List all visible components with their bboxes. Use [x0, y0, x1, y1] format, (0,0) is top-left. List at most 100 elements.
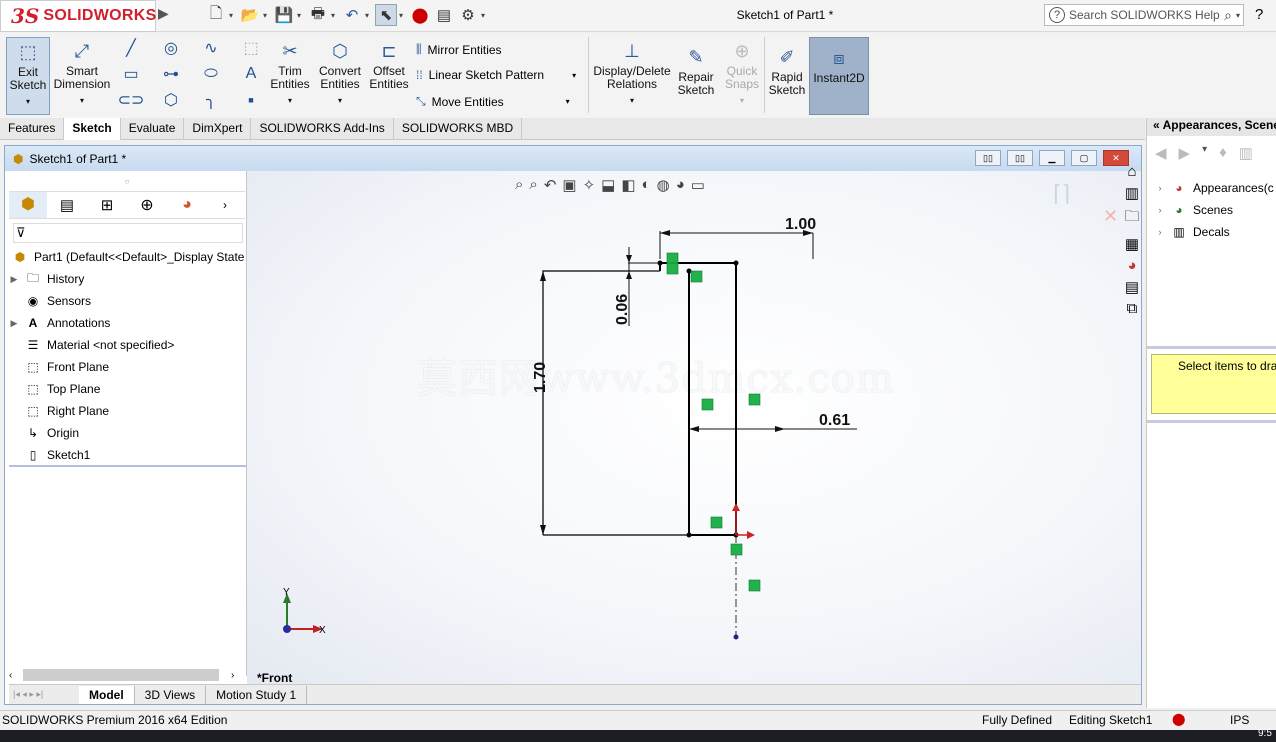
tree-horizontal-scrollbar[interactable]: ‹ › — [9, 667, 245, 683]
options-gear-icon[interactable]: ⚙ — [457, 4, 479, 26]
custom-properties-icon[interactable]: ▤ — [1125, 278, 1139, 296]
chevron-down-icon[interactable]: ▾ — [566, 97, 570, 106]
smart-dimension-button[interactable]: ⤢ Smart Dimension ▾ — [52, 37, 112, 115]
decals-folder[interactable]: › ▥ Decals — [1155, 222, 1230, 242]
sketch-outer-profile[interactable] — [542, 270, 660, 535]
pane-splitter[interactable] — [1147, 420, 1276, 423]
filter-field[interactable]: ⊽ — [13, 223, 243, 243]
rebuild-traffic-light-icon[interactable]: ⬤ — [409, 4, 431, 26]
propertymanager-tab-icon[interactable]: ▤ — [47, 196, 87, 214]
scroll-thumb[interactable] — [23, 669, 219, 681]
task-pane-header[interactable]: « Appearances, Scene — [1147, 118, 1276, 136]
search-help-box[interactable]: ? Search SOLIDWORKS Help ⌕ ▾ — [1044, 4, 1244, 26]
print-icon[interactable]: 🖶 — [307, 4, 329, 26]
tree-item-sensors[interactable]: ◉ Sensors — [9, 291, 91, 311]
slot-icon[interactable]: ⊶ — [160, 63, 182, 85]
search-input[interactable]: Search SOLIDWORKS Help — [1069, 8, 1220, 22]
tile-right-icon[interactable]: ▯▯ — [1007, 150, 1033, 166]
tab-dimxpert[interactable]: DimXpert — [184, 118, 252, 140]
sketch-vertex[interactable] — [686, 532, 692, 538]
library-icon[interactable]: ▥ — [1239, 144, 1253, 162]
display-delete-relations-button[interactable]: ⊥ Display/Delete Relations ▾ — [592, 37, 672, 115]
tree-root-part1[interactable]: ⬢ Part1 (Default<<Default>_Display State — [11, 247, 245, 267]
spline-icon[interactable]: ∿ — [200, 37, 222, 59]
text-icon[interactable]: A — [240, 63, 262, 85]
collapse-icon[interactable]: « — [1153, 118, 1160, 132]
forum-icon[interactable]: ⧉ — [1127, 300, 1138, 317]
tree-item-sketch1[interactable]: ▯ Sketch1 — [9, 445, 91, 465]
scroll-left-icon[interactable]: ‹ — [9, 670, 23, 681]
vertical-relation-icon[interactable] — [748, 393, 761, 406]
expand-arrow-icon[interactable]: ▶ — [9, 318, 19, 329]
line-icon[interactable]: ╱ — [120, 37, 142, 59]
linear-sketch-pattern-button[interactable]: ⁞⁞ Linear Sketch Pattern ▾ — [416, 68, 576, 82]
dimension-height[interactable]: 1.70 — [532, 362, 549, 393]
options-dropdown-icon[interactable]: ▾ — [481, 11, 489, 20]
tile-left-icon[interactable]: ▯▯ — [975, 150, 1001, 166]
open-folder-icon[interactable]: 📂 — [239, 4, 261, 26]
dimension-top-width[interactable]: 1.00 — [785, 216, 816, 233]
sketch-vertex[interactable] — [733, 260, 739, 266]
search-dropdown-icon[interactable]: ▾ — [1236, 11, 1243, 20]
polygon-icon[interactable]: ⬡ — [160, 89, 182, 111]
mirror-entities-button[interactable]: ⫼ Mirror Entities — [416, 42, 502, 57]
vertical-relation-icon[interactable] — [666, 262, 679, 275]
design-library-icon[interactable]: ▥ — [1125, 184, 1139, 202]
pane-splitter[interactable] — [1147, 346, 1276, 349]
centerline-endpoint[interactable] — [733, 634, 739, 640]
rapid-sketch-button[interactable]: ✐ Rapid Sketch — [768, 43, 806, 121]
horizontal-relation-icon[interactable] — [666, 252, 679, 265]
back-icon[interactable]: ◀ — [1155, 144, 1167, 162]
vertical-relation-icon[interactable] — [701, 398, 714, 411]
vertical-relation-icon[interactable] — [748, 579, 761, 592]
point-icon[interactable]: ■ — [240, 89, 262, 111]
file-properties-icon[interactable]: ▤ — [433, 4, 455, 26]
search-icon[interactable]: ⌕ — [1224, 7, 1232, 24]
rollback-bar[interactable] — [9, 465, 247, 467]
maximize-icon[interactable]: ▢ — [1071, 150, 1097, 166]
scroll-right-icon[interactable]: › — [231, 670, 245, 681]
chevron-down-icon[interactable]: ▾ — [572, 71, 576, 80]
forward-icon[interactable]: ▶ — [1179, 144, 1191, 162]
help-icon[interactable]: ? — [1255, 6, 1263, 23]
quick-snaps-button[interactable]: ⊕ Quick Snaps ▾ — [722, 37, 762, 115]
ellipse-icon[interactable]: ⬭ — [200, 63, 222, 85]
configurationmanager-tab-icon[interactable]: ⊞ — [87, 196, 127, 214]
tree-item-annotations[interactable]: ▶ A Annotations — [9, 313, 111, 333]
undo-icon[interactable]: ↶ — [341, 4, 363, 26]
tab-addins[interactable]: SOLIDWORKS Add-Ins — [251, 118, 394, 140]
save-dropdown-icon[interactable]: ▾ — [297, 11, 305, 20]
offset-entities-button[interactable]: ⊏ Offset Entities — [366, 37, 412, 115]
tab-sketch[interactable]: Sketch — [64, 118, 121, 140]
new-dropdown-icon[interactable]: ▾ — [229, 11, 237, 20]
home-icon[interactable]: ⌂ — [1127, 163, 1136, 180]
trim-entities-button[interactable]: ✂ Trim Entities ▾ — [268, 37, 312, 115]
tree-item-top-plane[interactable]: ⬚ Top Plane — [9, 379, 100, 399]
file-explorer-icon[interactable]: 🗀 — [1124, 206, 1139, 231]
rebuild-status-icon[interactable]: ⬤ — [1172, 712, 1185, 726]
tab-model[interactable]: Model — [79, 685, 135, 704]
select-dropdown-icon[interactable]: ▾ — [399, 11, 407, 20]
select-cursor-icon[interactable]: ⬉ — [375, 4, 397, 26]
tree-item-right-plane[interactable]: ⬚ Right Plane — [9, 401, 109, 421]
move-entities-button[interactable]: ⤡ Move Entities ▾ — [416, 94, 570, 109]
panel-splitter-handle[interactable]: ○ — [9, 177, 245, 186]
tab-scroll-right-icon[interactable]: › — [207, 198, 243, 212]
history-dropdown-icon[interactable]: ▾ — [1202, 144, 1207, 162]
featuremanager-tab-icon[interactable]: ⬢ — [9, 192, 47, 218]
solidworks-logo[interactable]: 3S SOLIDWORKS — [0, 0, 156, 32]
tree-item-history[interactable]: ▶ 🗀 History — [9, 269, 85, 289]
status-units[interactable]: IPS — [1230, 713, 1249, 727]
tab-mbd[interactable]: SOLIDWORKS MBD — [394, 118, 523, 140]
coincident-relation-icon[interactable] — [730, 543, 743, 556]
menu-expand-arrow-icon[interactable]: ▶ — [158, 5, 169, 22]
undo-dropdown-icon[interactable]: ▾ — [365, 11, 373, 20]
tab-3d-views[interactable]: 3D Views — [135, 685, 207, 704]
open-dropdown-icon[interactable]: ▾ — [263, 11, 271, 20]
surface-spline-icon[interactable]: ⬚ — [240, 37, 262, 59]
dimension-inner-width[interactable]: 0.61 — [819, 412, 850, 429]
tree-item-material[interactable]: ☰ Material <not specified> — [9, 335, 175, 355]
save-icon[interactable]: 💾 — [273, 4, 295, 26]
tab-navigation-arrows-icon[interactable]: |◂ ◂ ▸ ▸| — [9, 689, 79, 700]
circle-icon[interactable]: ◎ — [160, 37, 182, 59]
